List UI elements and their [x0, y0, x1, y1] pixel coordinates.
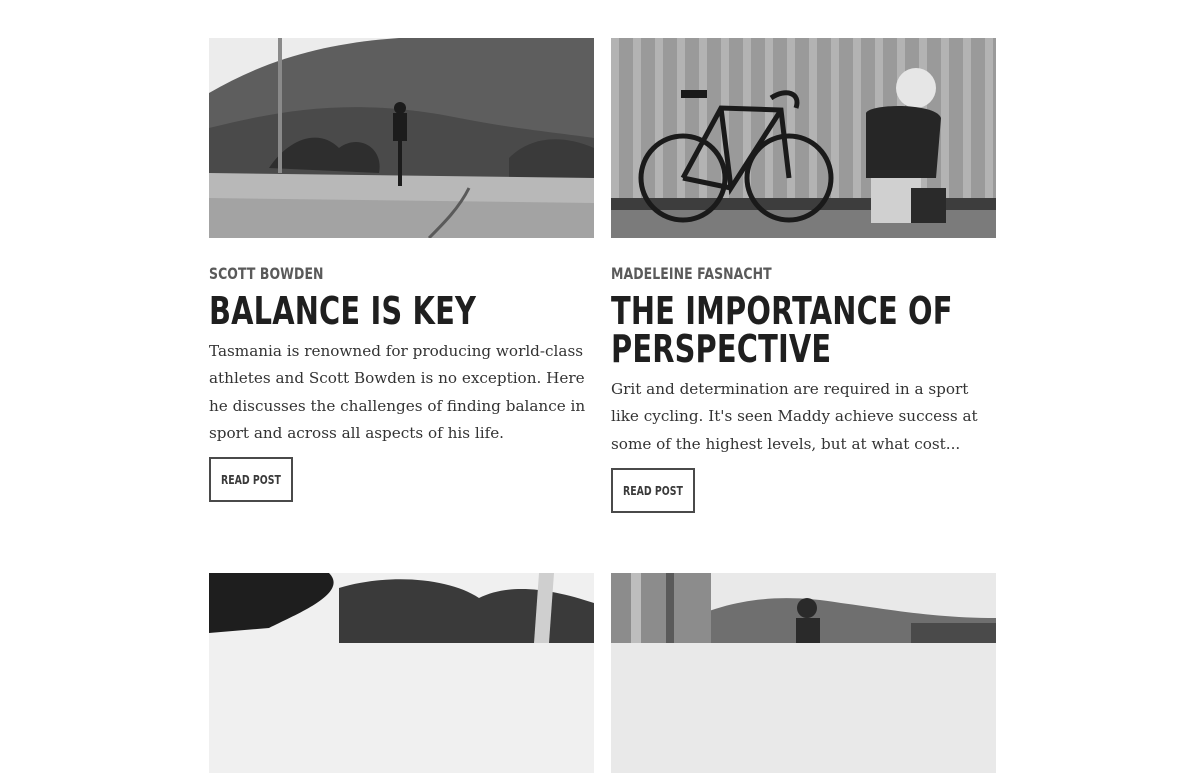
post-card [611, 573, 996, 773]
post-image[interactable] [611, 38, 996, 238]
read-post-label: READ POST [623, 482, 683, 498]
post-image[interactable] [209, 573, 594, 773]
post-author: SCOTT BOWDEN [209, 264, 324, 283]
post-card [209, 573, 594, 773]
post-title[interactable]: THE IMPORTANCE OF PERSPECTIVE [611, 292, 999, 368]
post-excerpt: Grit and determination are required in a… [611, 380, 978, 453]
post-image[interactable] [611, 573, 996, 773]
read-post-label: READ POST [221, 472, 281, 488]
read-post-button[interactable]: READ POST [209, 457, 293, 503]
post-author: MADELEINE FASNACHT [611, 264, 772, 283]
post-card: SCOTT BOWDEN BALANCE IS KEY Tasmania is … [209, 38, 597, 503]
post-title[interactable]: BALANCE IS KEY [209, 292, 597, 330]
post-card: MADELEINE FASNACHT THE IMPORTANCE OF PER… [611, 38, 996, 513]
post-image[interactable] [209, 38, 594, 238]
post-excerpt: Tasmania is renowned for producing world… [209, 342, 586, 442]
posts-grid: SCOTT BOWDEN BALANCE IS KEY Tasmania is … [0, 0, 1200, 773]
read-post-button[interactable]: READ POST [611, 467, 695, 513]
